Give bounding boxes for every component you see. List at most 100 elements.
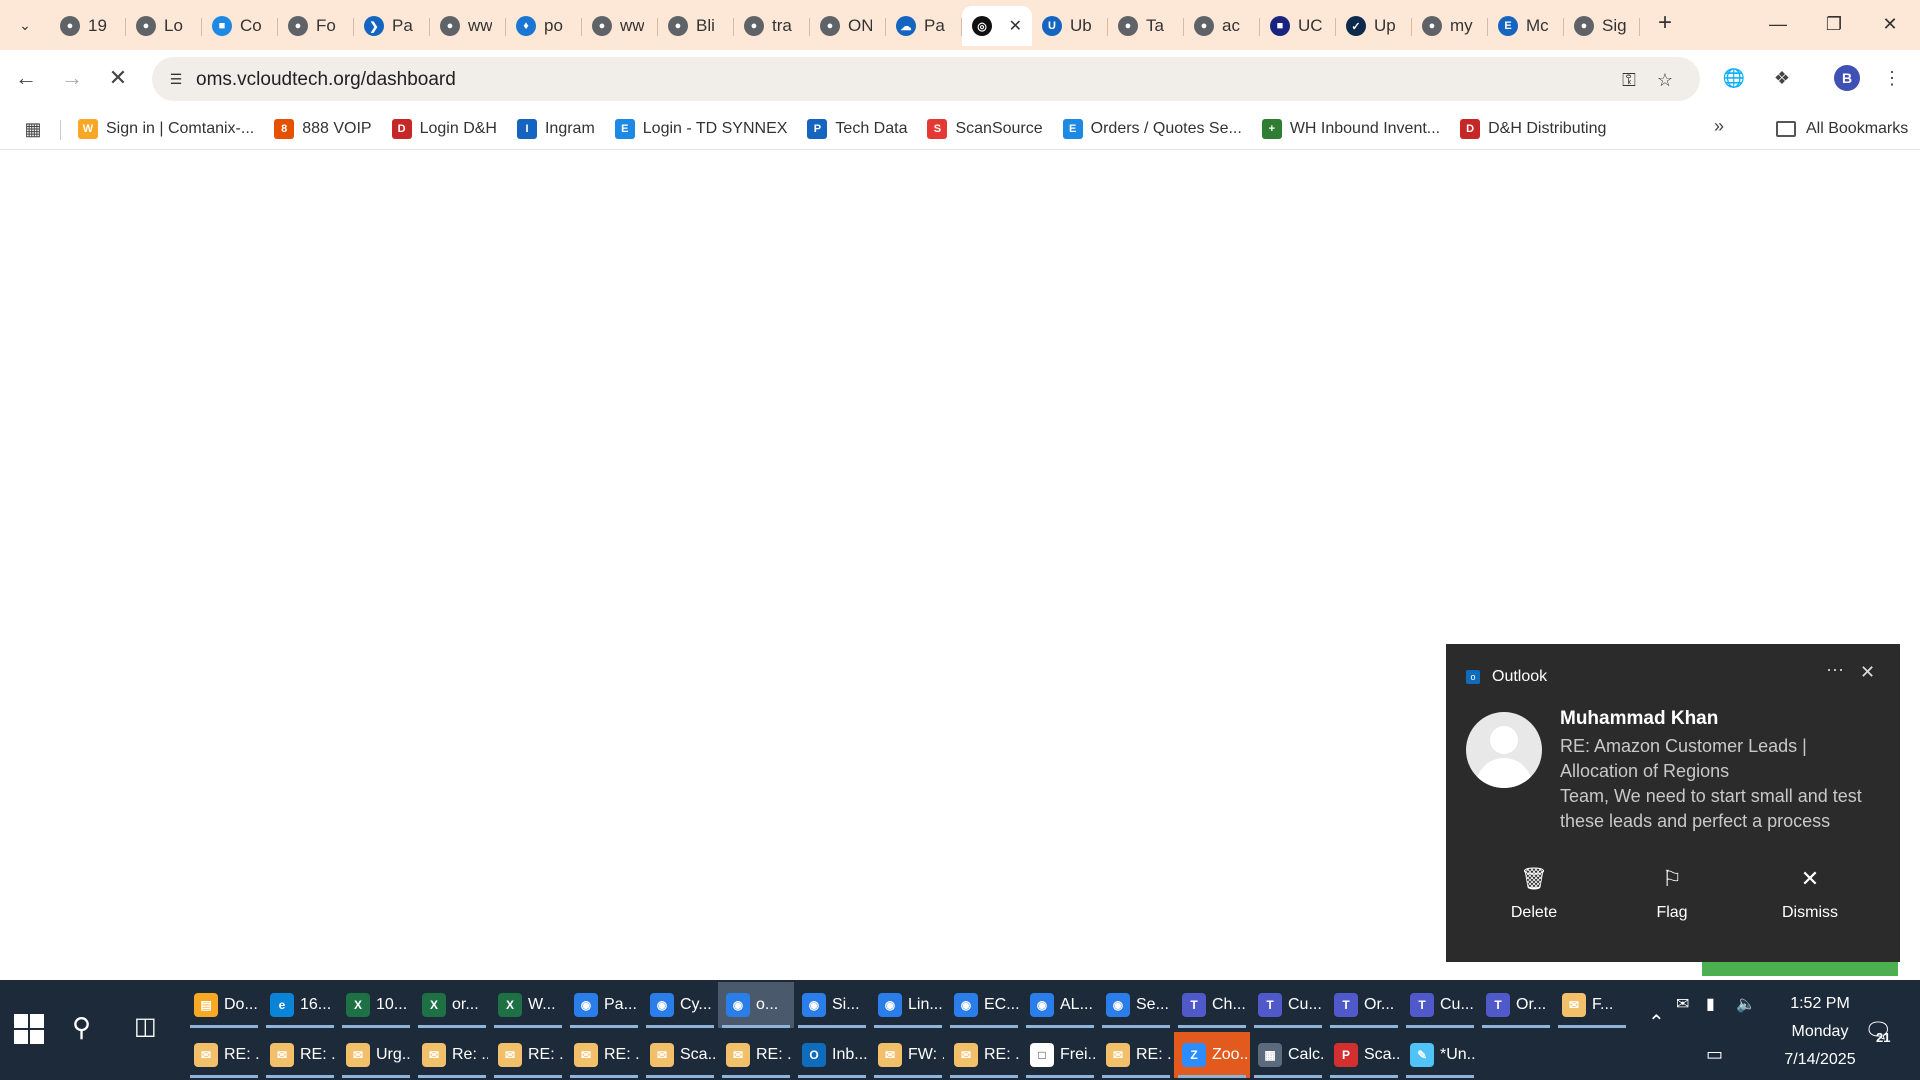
show-hidden-icons-icon[interactable]: ⌃ [1648, 1010, 1665, 1035]
browser-tab[interactable]: ● Lo [126, 6, 202, 46]
taskbar-app-button[interactable]: e 16... [262, 982, 338, 1028]
taskbar-app-button[interactable]: Xor... [414, 982, 490, 1028]
taskbar-app-button[interactable]: ✉ RE: ... [490, 1032, 566, 1078]
taskbar-app-button[interactable]: ◉ Pa... [566, 982, 642, 1028]
browser-tab[interactable]: E Mc [1488, 6, 1564, 46]
battery-icon[interactable]: ▮ [1706, 994, 1715, 1014]
bookmark-item[interactable]: W Sign in | Comtanix-... [78, 114, 254, 144]
browser-menu-icon[interactable]: ⋮ [1876, 62, 1908, 94]
profile-avatar[interactable]: B [1834, 65, 1860, 91]
search-icon[interactable]: ⚲ [72, 1012, 91, 1043]
taskbar-app-button[interactable]: ▤ Do... [186, 982, 262, 1028]
taskbar-app-button[interactable]: ✉ RE: ... [566, 1032, 642, 1078]
taskbar-app-button[interactable]: Z Zoo... [1174, 1032, 1250, 1078]
toast-delete-button[interactable]: 🗑 Delete [1484, 866, 1584, 922]
url-text[interactable]: oms.vcloudtech.org/dashboard [196, 69, 456, 91]
outlook-notification-toast[interactable]: o Outlook ⋯ ✕ Muhammad Khan RE: Amazon C… [1446, 644, 1900, 962]
taskbar-app-button[interactable]: ✉ RE: ... [1098, 1032, 1174, 1078]
extensions-icon[interactable]: ❖ [1766, 62, 1798, 94]
close-window-button[interactable]: ✕ [1862, 0, 1918, 48]
taskbar-app-button[interactable]: ✉ RE: ... [718, 1032, 794, 1078]
browser-tab[interactable]: ❯ Pa [354, 6, 430, 46]
browser-tab[interactable]: ✓ Up [1336, 6, 1412, 46]
bookmark-item[interactable]: P Tech Data [807, 114, 907, 144]
bookmark-item[interactable]: E Orders / Quotes Se... [1062, 114, 1242, 144]
bookmark-item[interactable]: I Ingram [516, 114, 595, 144]
browser-tab[interactable]: ● Ta [1108, 6, 1184, 46]
tab-search-button[interactable]: ⌄ [10, 10, 40, 40]
back-button[interactable]: ← [8, 60, 44, 96]
address-bar[interactable]: ☰ oms.vcloudtech.org/dashboard ⚿ ☆ [152, 57, 1700, 101]
taskbar-app-button[interactable]: ✉ RE: ... [186, 1032, 262, 1078]
taskbar-app-button[interactable]: ✉ Urg... [338, 1032, 414, 1078]
browser-tab[interactable]: ● ac [1184, 6, 1260, 46]
translate-globe-icon[interactable]: 🌐 [1718, 62, 1750, 94]
browser-tab[interactable]: ● Sig [1564, 6, 1640, 46]
close-tab-icon[interactable]: ✕ [1009, 16, 1022, 36]
taskbar-app-button[interactable]: ✉ Re: ... [414, 1032, 490, 1078]
taskbar-app-button[interactable]: ✉ Sca... [642, 1032, 718, 1078]
taskbar-app-button[interactable]: P Sca... [1326, 1032, 1402, 1078]
forward-button[interactable]: → [54, 60, 90, 96]
taskbar-app-button[interactable]: T Or... [1326, 982, 1402, 1028]
taskbar-app-button[interactable]: ◉ Lin... [870, 982, 946, 1028]
browser-tab[interactable]: ● Bli [658, 6, 734, 46]
browser-tab[interactable]: ◎ ✕ [962, 6, 1032, 46]
taskbar-app-button[interactable]: ✉ F... [1554, 982, 1630, 1028]
bookmark-item[interactable]: + WH Inbound Invent... [1261, 114, 1440, 144]
taskbar-app-button[interactable]: ◉ Cy... [642, 982, 718, 1028]
browser-tab[interactable]: ● ww [582, 6, 658, 46]
bookmark-item[interactable]: S ScanSource [927, 114, 1043, 144]
toast-close-button[interactable]: ✕ [1860, 662, 1875, 683]
taskbar-app-button[interactable]: □ Frei... [1022, 1032, 1098, 1078]
bookmark-item[interactable]: D Login D&H [391, 114, 497, 144]
more-bookmarks-icon[interactable]: » [1714, 116, 1724, 137]
taskbar-app-button[interactable]: ✉ RE: ... [946, 1032, 1022, 1078]
browser-tab[interactable]: U Ub [1032, 6, 1108, 46]
task-view-icon[interactable]: ◫ [134, 1012, 157, 1041]
more-options-icon[interactable]: ⋯ [1826, 660, 1844, 681]
minimize-button[interactable]: — [1750, 0, 1806, 48]
site-info-icon[interactable]: ☰ [162, 65, 190, 93]
taskbar-app-button[interactable]: O Inb... [794, 1032, 870, 1078]
taskbar-app-button[interactable]: T Ch... [1174, 982, 1250, 1028]
new-tab-button[interactable]: + [1650, 8, 1680, 38]
browser-tab[interactable]: ■ UC [1260, 6, 1336, 46]
stop-loading-button[interactable]: ✕ [100, 60, 136, 96]
browser-tab[interactable]: ♦ po [506, 6, 582, 46]
taskbar-app-button[interactable]: T Cu... [1250, 982, 1326, 1028]
taskbar-app-button[interactable]: ▦ Calc... [1250, 1032, 1326, 1078]
bookmark-item[interactable]: E Login - TD SYNNEX [614, 114, 787, 144]
bookmark-item[interactable]: D D&H Distributing [1460, 114, 1606, 144]
taskbar-app-button[interactable]: ◉ EC... [946, 982, 1022, 1028]
browser-tab[interactable]: ● ON [810, 6, 886, 46]
toast-dismiss-button[interactable]: ✕ Dismiss [1760, 866, 1860, 922]
toast-flag-button[interactable]: ⚐ Flag [1622, 866, 1722, 922]
taskbar-app-button[interactable]: ✎ *Un... [1402, 1032, 1478, 1078]
volume-icon[interactable]: 🔈 [1736, 994, 1756, 1014]
browser-tab[interactable]: ● my [1412, 6, 1488, 46]
taskbar-app-button[interactable]: ✉ FW: ... [870, 1032, 946, 1078]
browser-tab[interactable]: ● Fo [278, 6, 354, 46]
action-center-desktop-icon[interactable]: ▭ [1706, 1044, 1723, 1065]
browser-tab[interactable]: ● ww [430, 6, 506, 46]
taskbar-app-button[interactable]: ◉ o... [718, 982, 794, 1028]
taskbar-app-button[interactable]: X W... [490, 982, 566, 1028]
browser-tab[interactable]: ● tra [734, 6, 810, 46]
bookmark-item[interactable]: 8 888 VOIP [274, 114, 372, 144]
password-key-icon[interactable]: ⚿ [1616, 67, 1642, 93]
taskbar-app-button[interactable]: ◉ AL... [1022, 982, 1098, 1028]
bookmark-star-icon[interactable]: ☆ [1652, 67, 1678, 93]
taskbar-app-button[interactable]: ✉ RE: ... [262, 1032, 338, 1078]
system-clock[interactable]: 1:52 PM Monday 7/14/2025 [1760, 990, 1880, 1074]
start-button[interactable] [14, 1014, 46, 1046]
restore-button[interactable]: ❐ [1806, 0, 1862, 48]
mail-tray-icon[interactable]: ✉ [1676, 994, 1689, 1014]
browser-tab[interactable]: ☁ Pa [886, 6, 962, 46]
taskbar-app-button[interactable]: X 10... [338, 982, 414, 1028]
apps-grid-icon[interactable]: ▦ [20, 116, 46, 142]
taskbar-app-button[interactable]: ◉ Si... [794, 982, 870, 1028]
taskbar-app-button[interactable]: ◉ Se... [1098, 982, 1174, 1028]
browser-tab[interactable]: ■ Co [202, 6, 278, 46]
all-bookmarks-button[interactable]: All Bookmarks [1776, 114, 1908, 144]
